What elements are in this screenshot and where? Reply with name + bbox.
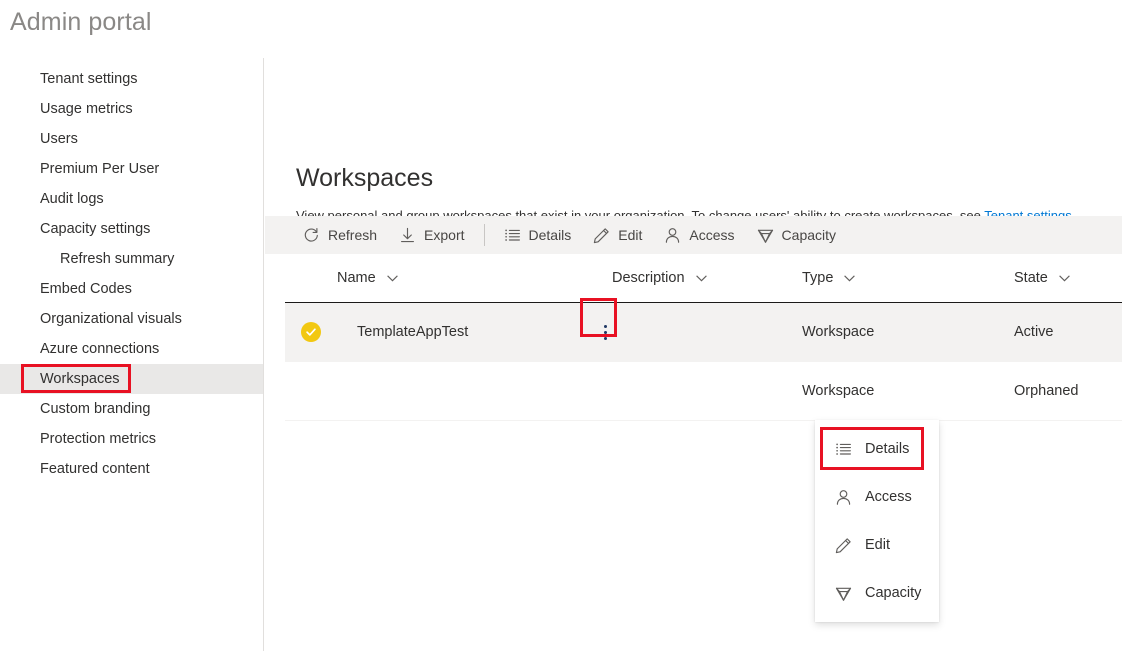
- sidebar-item-label: Audit logs: [40, 191, 104, 207]
- row-type-label: Workspace: [802, 324, 874, 340]
- download-icon: [399, 227, 416, 244]
- table-body: TemplateAppTest Workspace Active Workspace O…: [285, 303, 1122, 421]
- command-bar-separator: [484, 224, 485, 246]
- column-header-name[interactable]: Name: [337, 270, 612, 286]
- column-header-state-label: State: [1014, 270, 1048, 286]
- command-button-label: Edit: [618, 227, 642, 243]
- row-state-cell: Orphaned: [1014, 383, 1122, 399]
- refresh-icon: [303, 227, 320, 244]
- row-type-label: Workspace: [802, 383, 874, 399]
- sidebar-item-usage-metrics[interactable]: Usage metrics: [0, 94, 263, 124]
- sidebar-item-organizational-visuals[interactable]: Organizational visuals: [0, 304, 263, 334]
- pencil-icon: [835, 537, 852, 554]
- sidebar-item-label: Workspaces: [40, 371, 120, 387]
- context-menu-item-label: Details: [865, 441, 909, 457]
- list-icon: [835, 441, 852, 458]
- sidebar-item-label: Capacity settings: [40, 221, 150, 237]
- row-status-cell: [285, 322, 337, 342]
- diamond-icon: [835, 585, 852, 602]
- context-menu-item-capacity[interactable]: Capacity: [816, 569, 938, 617]
- command-button-label: Refresh: [328, 227, 377, 243]
- context-menu-item-label: Edit: [865, 537, 890, 553]
- command-button-label: Access: [689, 227, 734, 243]
- table-row[interactable]: TemplateAppTest Workspace Active: [285, 303, 1122, 362]
- table-row[interactable]: Workspace Orphaned: [285, 362, 1122, 421]
- sidebar-item-label: Protection metrics: [40, 431, 156, 447]
- main-content: Workspaces View personal and group works…: [265, 58, 1122, 651]
- command-button-label: Export: [424, 227, 464, 243]
- check-circle-icon: [301, 322, 321, 342]
- sidebar-item-refresh-summary[interactable]: Refresh summary: [0, 244, 263, 274]
- column-header-state[interactable]: State: [1014, 270, 1122, 286]
- sidebar: Tenant settings Usage metrics Users Premium…: [0, 58, 264, 651]
- row-menu-cell: [592, 317, 618, 347]
- workspaces-table: Name Description Type State: [285, 254, 1122, 421]
- sidebar-nav-list: Tenant settings Usage metrics Users Premium…: [0, 58, 263, 484]
- row-context-menu: Details Access Edit Capacity: [815, 420, 939, 622]
- column-header-type[interactable]: Type: [802, 270, 1014, 286]
- context-menu-item-access[interactable]: Access: [816, 473, 938, 521]
- sidebar-item-label: Organizational visuals: [40, 311, 182, 327]
- diamond-icon: [757, 227, 774, 244]
- person-icon: [664, 227, 681, 244]
- sidebar-item-label: Featured content: [40, 461, 150, 477]
- command-refresh-button[interactable]: Refresh: [292, 216, 388, 254]
- sidebar-item-azure-connections[interactable]: Azure connections: [0, 334, 263, 364]
- sidebar-item-label: Tenant settings: [40, 71, 138, 87]
- sidebar-item-label: Users: [40, 131, 78, 147]
- app-title: Admin portal: [10, 8, 152, 37]
- sidebar-item-label: Embed Codes: [40, 281, 132, 297]
- row-more-options-icon[interactable]: [592, 317, 618, 347]
- sidebar-item-label: Custom branding: [40, 401, 150, 417]
- command-export-button[interactable]: Export: [388, 216, 475, 254]
- sidebar-item-tenant-settings[interactable]: Tenant settings: [0, 64, 263, 94]
- command-button-label: Capacity: [782, 227, 836, 243]
- command-edit-button[interactable]: Edit: [582, 216, 653, 254]
- sidebar-item-featured-content[interactable]: Featured content: [0, 454, 263, 484]
- sidebar-item-label: Refresh summary: [60, 251, 174, 267]
- column-header-type-label: Type: [802, 270, 833, 286]
- pencil-icon: [593, 227, 610, 244]
- sidebar-item-capacity-settings[interactable]: Capacity settings: [0, 214, 263, 244]
- row-state-cell: Active: [1014, 324, 1122, 340]
- chevron-down-icon[interactable]: [696, 275, 707, 282]
- column-header-description-label: Description: [612, 270, 685, 286]
- command-capacity-button[interactable]: Capacity: [746, 216, 847, 254]
- row-name-label: TemplateAppTest: [337, 324, 468, 340]
- chevron-down-icon[interactable]: [1059, 275, 1070, 282]
- context-menu-item-label: Access: [865, 489, 912, 505]
- command-button-label: Details: [529, 227, 572, 243]
- sidebar-item-users[interactable]: Users: [0, 124, 263, 154]
- row-state-label: Active: [1014, 324, 1054, 340]
- row-state-label: Orphaned: [1014, 383, 1079, 399]
- column-header-description[interactable]: Description: [612, 270, 802, 286]
- page-title: Workspaces: [296, 164, 433, 193]
- sidebar-item-protection-metrics[interactable]: Protection metrics: [0, 424, 263, 454]
- person-icon: [835, 489, 852, 506]
- sidebar-item-premium-per-user[interactable]: Premium Per User: [0, 154, 263, 184]
- row-type-cell: Workspace: [802, 324, 1014, 340]
- command-bar: Refresh Export Details Edit Access Capacity: [265, 216, 1122, 254]
- sidebar-item-embed-codes[interactable]: Embed Codes: [0, 274, 263, 304]
- command-details-button[interactable]: Details: [493, 216, 583, 254]
- context-menu-item-details[interactable]: Details: [816, 425, 938, 473]
- sidebar-item-workspaces[interactable]: Workspaces: [0, 364, 263, 394]
- sidebar-item-label: Azure connections: [40, 341, 159, 357]
- chevron-down-icon[interactable]: [387, 275, 398, 282]
- context-menu-item-label: Capacity: [865, 585, 921, 601]
- table-header-row: Name Description Type State: [285, 254, 1122, 303]
- sidebar-item-label: Usage metrics: [40, 101, 133, 117]
- sidebar-item-label: Premium Per User: [40, 161, 159, 177]
- column-header-name-label: Name: [337, 270, 376, 286]
- sidebar-item-audit-logs[interactable]: Audit logs: [0, 184, 263, 214]
- row-name-cell: TemplateAppTest: [337, 317, 612, 347]
- context-menu-item-edit[interactable]: Edit: [816, 521, 938, 569]
- chevron-down-icon[interactable]: [844, 275, 855, 282]
- sidebar-item-custom-branding[interactable]: Custom branding: [0, 394, 263, 424]
- row-type-cell: Workspace: [802, 383, 1014, 399]
- command-access-button[interactable]: Access: [653, 216, 745, 254]
- list-icon: [504, 227, 521, 244]
